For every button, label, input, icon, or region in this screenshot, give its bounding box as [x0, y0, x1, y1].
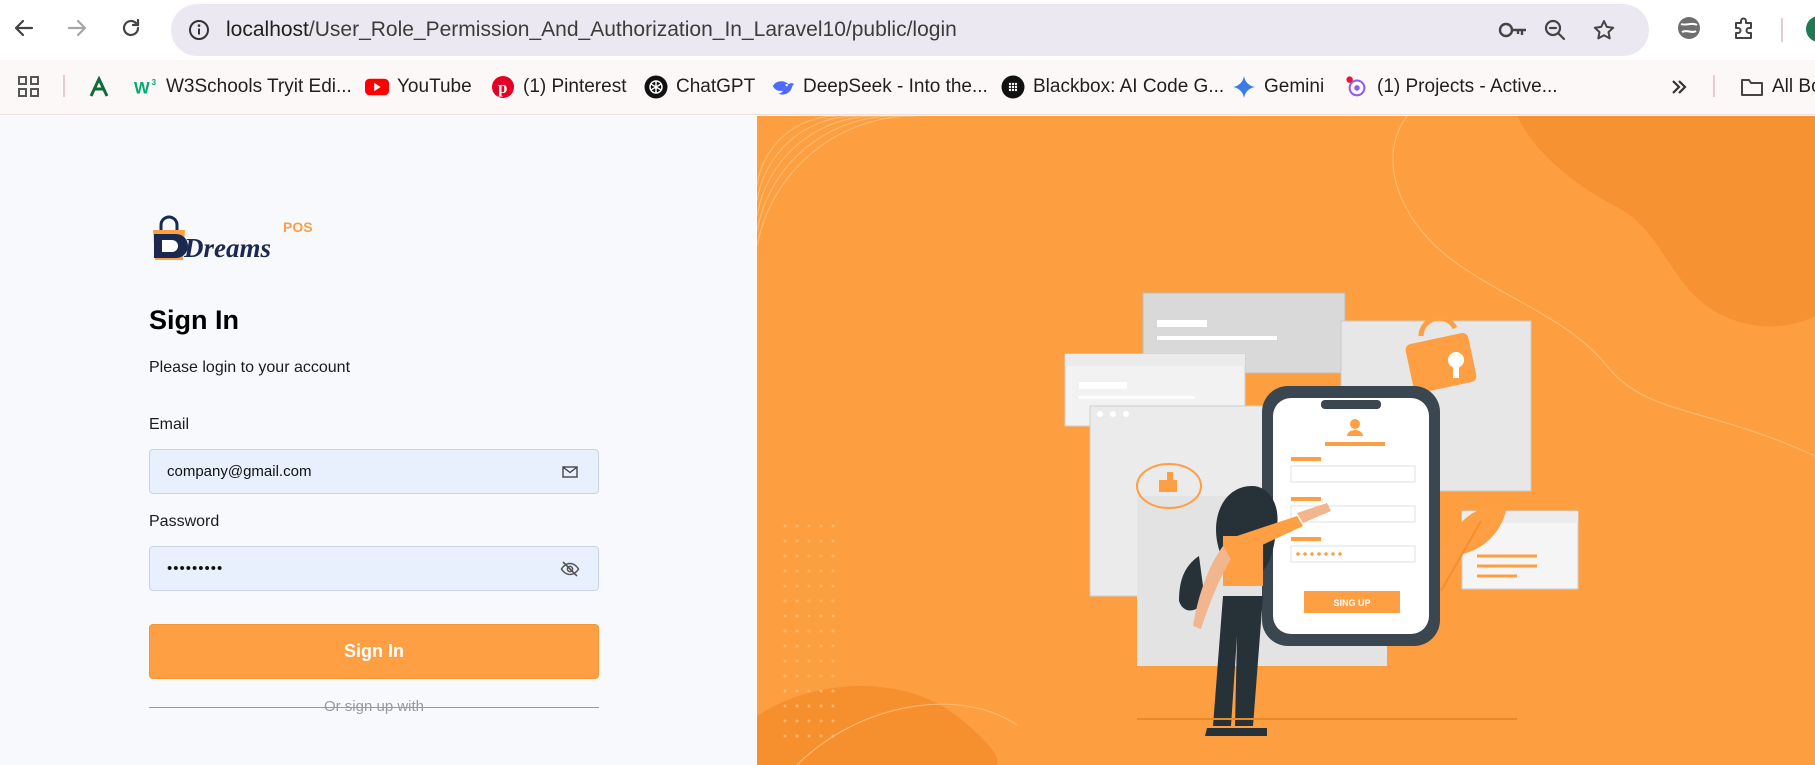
sign-in-label: Sign In	[344, 641, 404, 661]
bookmark-item[interactable]: Gemini	[1232, 70, 1324, 104]
login-panel: Dreams POS Sign In Please login to your …	[0, 116, 757, 765]
reload-button[interactable]	[111, 8, 151, 48]
password-key-icon[interactable]	[1498, 16, 1528, 44]
zoom-icon[interactable]	[1540, 16, 1570, 44]
profile-avatar[interactable]	[1806, 16, 1815, 42]
blackbox-icon	[1001, 75, 1025, 99]
forward-button[interactable]	[57, 8, 97, 48]
folder-icon	[1740, 75, 1764, 99]
bookmark-separator	[63, 75, 65, 97]
page-subtitle: Please login to your account	[149, 359, 351, 376]
bookmark-label: W3Schools Tryit Edi...	[166, 76, 352, 97]
arrow-right-icon	[67, 19, 87, 37]
apps-button[interactable]	[17, 70, 41, 104]
bookmark-item[interactable]: DeepSeek - Into the...	[771, 70, 988, 104]
bookmark-item[interactable]: ChatGPT	[644, 70, 755, 104]
email-label: Email	[149, 416, 190, 433]
pinterest-icon: p	[491, 75, 515, 99]
extension-button[interactable]	[1673, 12, 1705, 44]
svg-text:W: W	[134, 78, 150, 97]
url-path: /User_Role_Permission_And_Authorization_…	[308, 18, 957, 41]
email-field[interactable]: company@gmail.com	[149, 449, 599, 494]
gemini-icon	[1232, 75, 1256, 99]
password-value: •••••••••	[167, 560, 224, 577]
bookmark-star-icon[interactable]	[1589, 16, 1619, 44]
browser-toolbar: localhost/User_Role_Permission_And_Autho…	[0, 0, 1815, 60]
site-info-icon[interactable]	[185, 16, 213, 44]
extension-globe-icon	[1678, 17, 1700, 39]
logo-pos: POS	[283, 219, 313, 235]
puzzle-icon	[1735, 17, 1752, 39]
projects-icon	[1345, 75, 1369, 99]
youtube-icon	[365, 75, 389, 99]
bookmark-label: DeepSeek - Into the...	[803, 76, 988, 97]
email-value: company@gmail.com	[167, 463, 312, 480]
deepseek-icon	[771, 75, 795, 99]
double-chevron-right-icon	[1672, 80, 1687, 94]
bookmark-item[interactable]: p (1) Pinterest	[491, 70, 626, 104]
bookmark-label: YouTube	[397, 76, 472, 97]
password-field[interactable]: •••••••••	[149, 546, 599, 591]
login-illustration: SING UP	[757, 116, 1815, 765]
all-bookmarks-label: All Bo	[1772, 76, 1815, 97]
url-host: localhost	[226, 18, 309, 41]
chatgpt-icon	[644, 75, 668, 99]
a-logo-icon	[87, 75, 111, 99]
svg-text:p: p	[498, 78, 507, 97]
mail-icon	[560, 462, 580, 482]
bookmark-label: (1) Projects - Active...	[1377, 76, 1558, 97]
sign-in-button[interactable]: Sign In	[149, 624, 599, 679]
bookmark-label: Blackbox: AI Code G...	[1033, 76, 1225, 97]
bookmark-item[interactable]: Blackbox: AI Code G...	[1001, 70, 1224, 104]
more-bookmarks-button[interactable]	[1669, 70, 1689, 104]
bookmarks-bar: W3 W3Schools Tryit Edi... YouTube p (1) …	[0, 60, 1815, 115]
bookmark-item[interactable]: W3 W3Schools Tryit Edi...	[134, 70, 352, 104]
bookmark-label: ChatGPT	[676, 76, 756, 97]
logo-wordmark: Dreams	[183, 233, 271, 263]
url-text[interactable]: localhost/User_Role_Permission_And_Autho…	[226, 4, 957, 56]
extensions-menu-button[interactable]	[1728, 12, 1760, 44]
dreams-pos-logo: Dreams POS	[150, 212, 320, 270]
toolbar-separator	[1781, 18, 1783, 42]
svg-text:3: 3	[152, 77, 157, 87]
illustration-signup-text: SING UP	[1333, 598, 1370, 608]
bookmark-separator	[1713, 75, 1715, 97]
password-label: Password	[149, 513, 220, 530]
bookmark-label: (1) Pinterest	[523, 76, 627, 97]
illustration-panel: SING UP	[757, 116, 1815, 765]
w3schools-icon: W3	[134, 75, 158, 99]
reload-icon	[122, 18, 140, 37]
bookmark-label: Gemini	[1264, 76, 1325, 97]
eye-off-icon[interactable]	[560, 559, 580, 579]
apps-grid-icon	[18, 76, 39, 97]
back-button[interactable]	[4, 8, 44, 48]
bookmark-item[interactable]: (1) Projects - Active...	[1345, 70, 1558, 104]
arrow-left-icon	[14, 19, 34, 37]
divider-text: Or sign up with	[323, 698, 425, 715]
all-bookmarks-button[interactable]: All Bo	[1740, 70, 1815, 104]
login-page: Dreams POS Sign In Please login to your …	[0, 116, 1815, 765]
page-title: Sign In	[149, 305, 239, 335]
bookmark-a[interactable]	[87, 70, 119, 104]
bookmark-item[interactable]: YouTube	[365, 70, 472, 104]
address-bar[interactable]: localhost/User_Role_Permission_And_Autho…	[171, 4, 1649, 56]
